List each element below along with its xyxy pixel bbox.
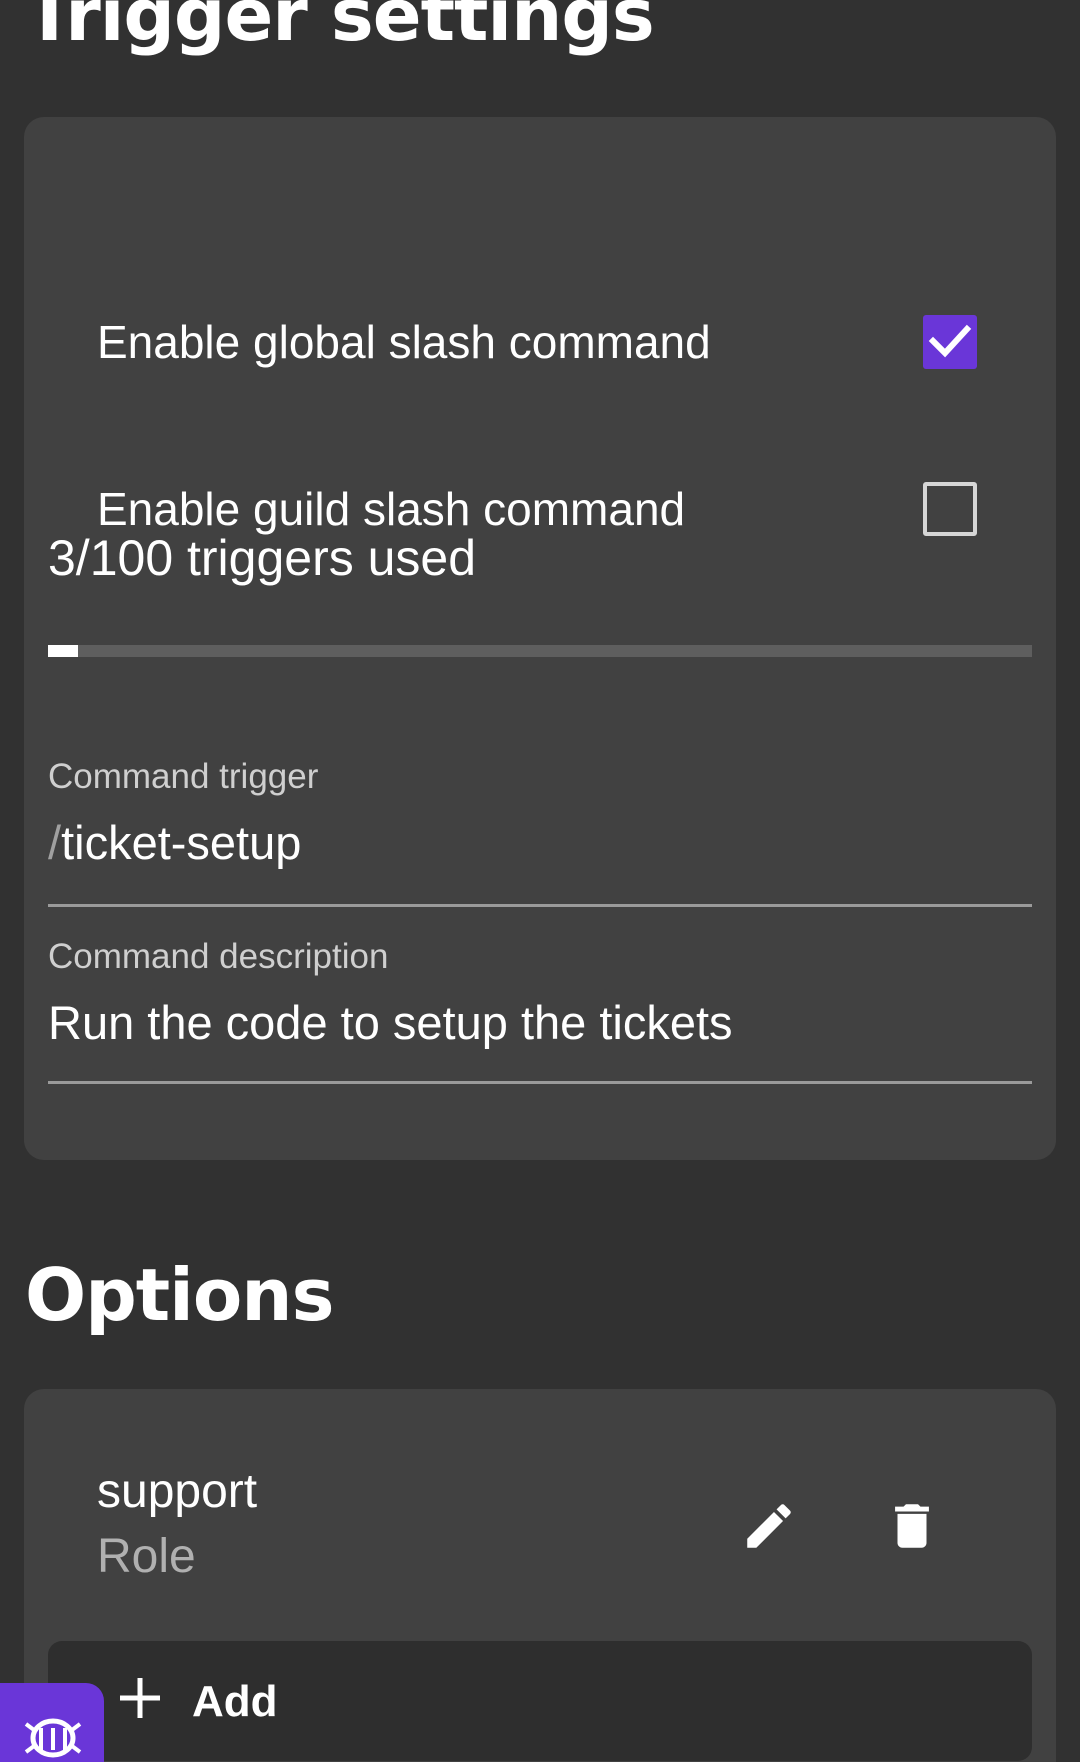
add-label: Add [192, 1677, 278, 1726]
command-description-value[interactable]: Run the code to setup the tickets [48, 995, 733, 1050]
command-trigger-label: Command trigger [48, 757, 319, 796]
delete-option-button[interactable] [877, 1491, 947, 1561]
command-trigger-text: ticket-setup [61, 816, 302, 869]
option-name: support [97, 1465, 258, 1518]
pencil-icon [747, 1504, 791, 1548]
guild-slash-label: Enable guild slash command [97, 483, 686, 535]
bug-icon [24, 1718, 82, 1758]
options-card: support Role Add [24, 1389, 1056, 1762]
edit-option-button[interactable] [734, 1491, 804, 1561]
trigger-settings-title: Trigger settings [25, 0, 655, 57]
plus-icon [120, 1678, 160, 1718]
triggers-used-text: 3/100 triggers used [48, 530, 477, 586]
command-prefix: / [48, 816, 62, 869]
guild-slash-checkbox[interactable] [923, 482, 977, 536]
trigger-settings-card: Enable global slash command Enable guild… [24, 117, 1056, 1160]
option-type: Role [97, 1530, 196, 1583]
page: Trigger settings Enable global slash com… [0, 0, 1080, 1762]
check-icon [928, 324, 972, 358]
global-slash-toggle-row[interactable]: Enable global slash command [97, 302, 977, 382]
triggers-used-progress-bar [48, 645, 1032, 657]
triggers-used-progress-fill [48, 645, 78, 657]
global-slash-label: Enable global slash command [97, 316, 711, 368]
command-trigger-value[interactable]: /ticket-setup [48, 815, 301, 870]
floating-bug-button[interactable] [0, 1683, 104, 1762]
options-title: Options [25, 1253, 334, 1337]
command-description-label: Command description [48, 937, 389, 976]
command-description-field[interactable]: Command description Run the code to setu… [48, 937, 1032, 1084]
add-option-button[interactable]: Add [48, 1641, 1032, 1761]
global-slash-checkbox[interactable] [923, 315, 977, 369]
command-trigger-field[interactable]: Command trigger /ticket-setup [48, 757, 1032, 907]
trash-icon [895, 1504, 929, 1548]
